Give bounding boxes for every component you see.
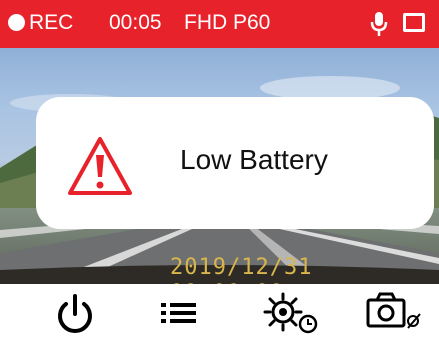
record-dot-icon [8, 14, 25, 31]
microphone-icon [370, 11, 388, 42]
resolution-label: FHD P60 [184, 11, 271, 34]
settings-timer-button[interactable] [255, 284, 325, 338]
menu-button[interactable] [145, 284, 215, 338]
dashcam-screen: REC 00:05 FHD P60 2019/12/31 Low Battery [0, 0, 439, 338]
warning-triangle-icon [66, 135, 134, 202]
low-battery-dialog: Low Battery [36, 97, 434, 229]
recording-timer: 00:05 [109, 11, 162, 34]
status-bar: REC 00:05 FHD P60 [0, 0, 439, 48]
camera-button[interactable] [362, 284, 432, 338]
battery-icon [403, 13, 425, 32]
bottom-toolbar [0, 284, 439, 338]
dialog-message: Low Battery [180, 144, 328, 175]
power-button[interactable] [40, 284, 110, 338]
rec-label: REC [29, 11, 74, 34]
